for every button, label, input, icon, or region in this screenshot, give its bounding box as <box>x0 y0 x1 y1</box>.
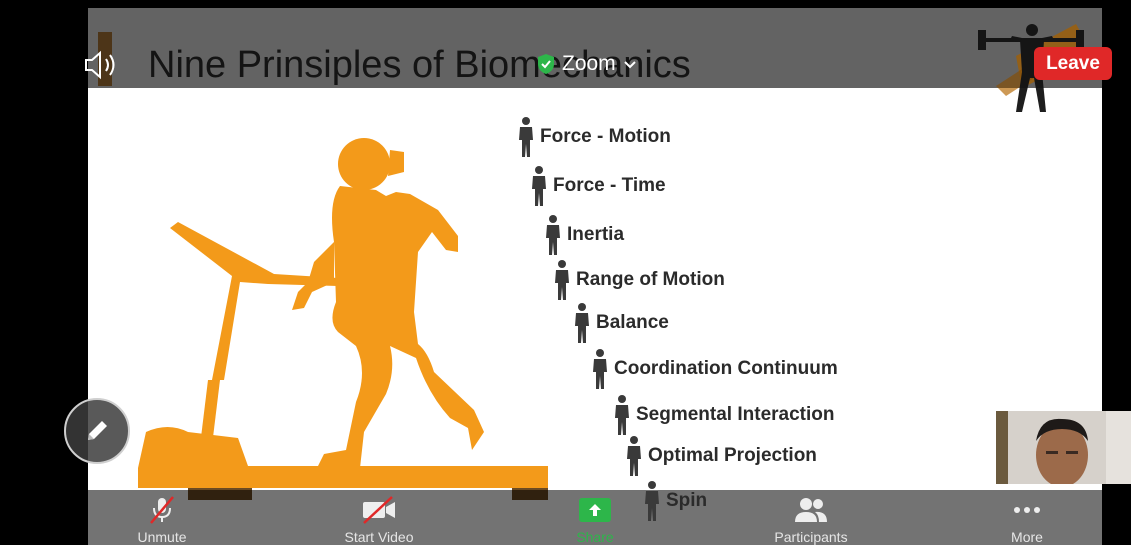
principle-label: Segmental Interaction <box>636 404 835 425</box>
participants-icon <box>795 497 827 522</box>
unmute-label: Unmute <box>137 529 187 545</box>
person-figure-icon <box>575 303 589 343</box>
principle-label: Force - Time <box>553 175 666 196</box>
list-item: Force - Time <box>529 165 666 207</box>
unmute-button[interactable]: Unmute <box>97 494 227 545</box>
principles-list: Force - Motion Force - Time Inertia Rang… <box>88 8 1102 545</box>
more-label: More <box>1011 529 1043 545</box>
meeting-title: Zoom <box>562 52 616 75</box>
share-button[interactable]: Share <box>530 494 660 545</box>
participants-button[interactable]: Participants <box>746 494 876 545</box>
person-figure-icon <box>546 215 560 255</box>
list-item: Inertia <box>543 214 624 256</box>
start-video-button[interactable]: Start Video <box>314 494 444 545</box>
start-video-label: Start Video <box>344 529 414 545</box>
participants-label: Participants <box>774 529 848 545</box>
participant-video <box>996 411 1131 484</box>
shield-check-icon <box>538 54 554 74</box>
person-figure-icon <box>593 349 607 389</box>
list-item: Range of Motion <box>552 259 725 301</box>
list-item: Segmental Interaction <box>612 394 835 436</box>
share-label: Share <box>576 529 614 545</box>
more-dots-icon <box>1014 506 1040 513</box>
list-item: Balance <box>572 302 669 344</box>
pencil-icon <box>88 421 107 440</box>
principle-label: Coordination Continuum <box>614 358 838 379</box>
camera-off-icon <box>363 495 395 524</box>
principle-label: Spin <box>666 490 708 511</box>
principle-label: Inertia <box>567 224 625 245</box>
chevron-down-icon <box>623 61 636 69</box>
person-figure-icon <box>519 117 533 157</box>
person-figure-icon <box>532 166 546 206</box>
principle-label: Range of Motion <box>576 269 725 290</box>
shared-slide: Nine Prinsiples of Biomechanics Force - … <box>88 8 1102 545</box>
principle-label: Balance <box>596 312 669 333</box>
meeting-title-dropdown[interactable]: Zoom <box>536 48 638 80</box>
meeting-screen: Nine Prinsiples of Biomechanics Force - … <box>0 0 1131 545</box>
principle-label: Optimal Projection <box>648 445 817 466</box>
annotate-button[interactable] <box>64 398 130 464</box>
principle-label: Force - Motion <box>540 126 671 147</box>
person-figure-icon <box>555 260 569 300</box>
person-figure-icon <box>627 436 641 476</box>
list-item: Optimal Projection <box>624 435 817 477</box>
list-item: Force - Motion <box>516 116 671 158</box>
speaker-icon[interactable] <box>82 48 122 82</box>
leave-button[interactable]: Leave <box>1034 47 1112 80</box>
more-button[interactable]: More <box>962 494 1092 545</box>
microphone-muted-icon <box>150 495 174 524</box>
self-video-thumbnail[interactable] <box>996 411 1131 484</box>
list-item: Coordination Continuum <box>590 348 838 390</box>
share-screen-icon <box>579 497 611 522</box>
person-figure-icon <box>615 395 629 435</box>
